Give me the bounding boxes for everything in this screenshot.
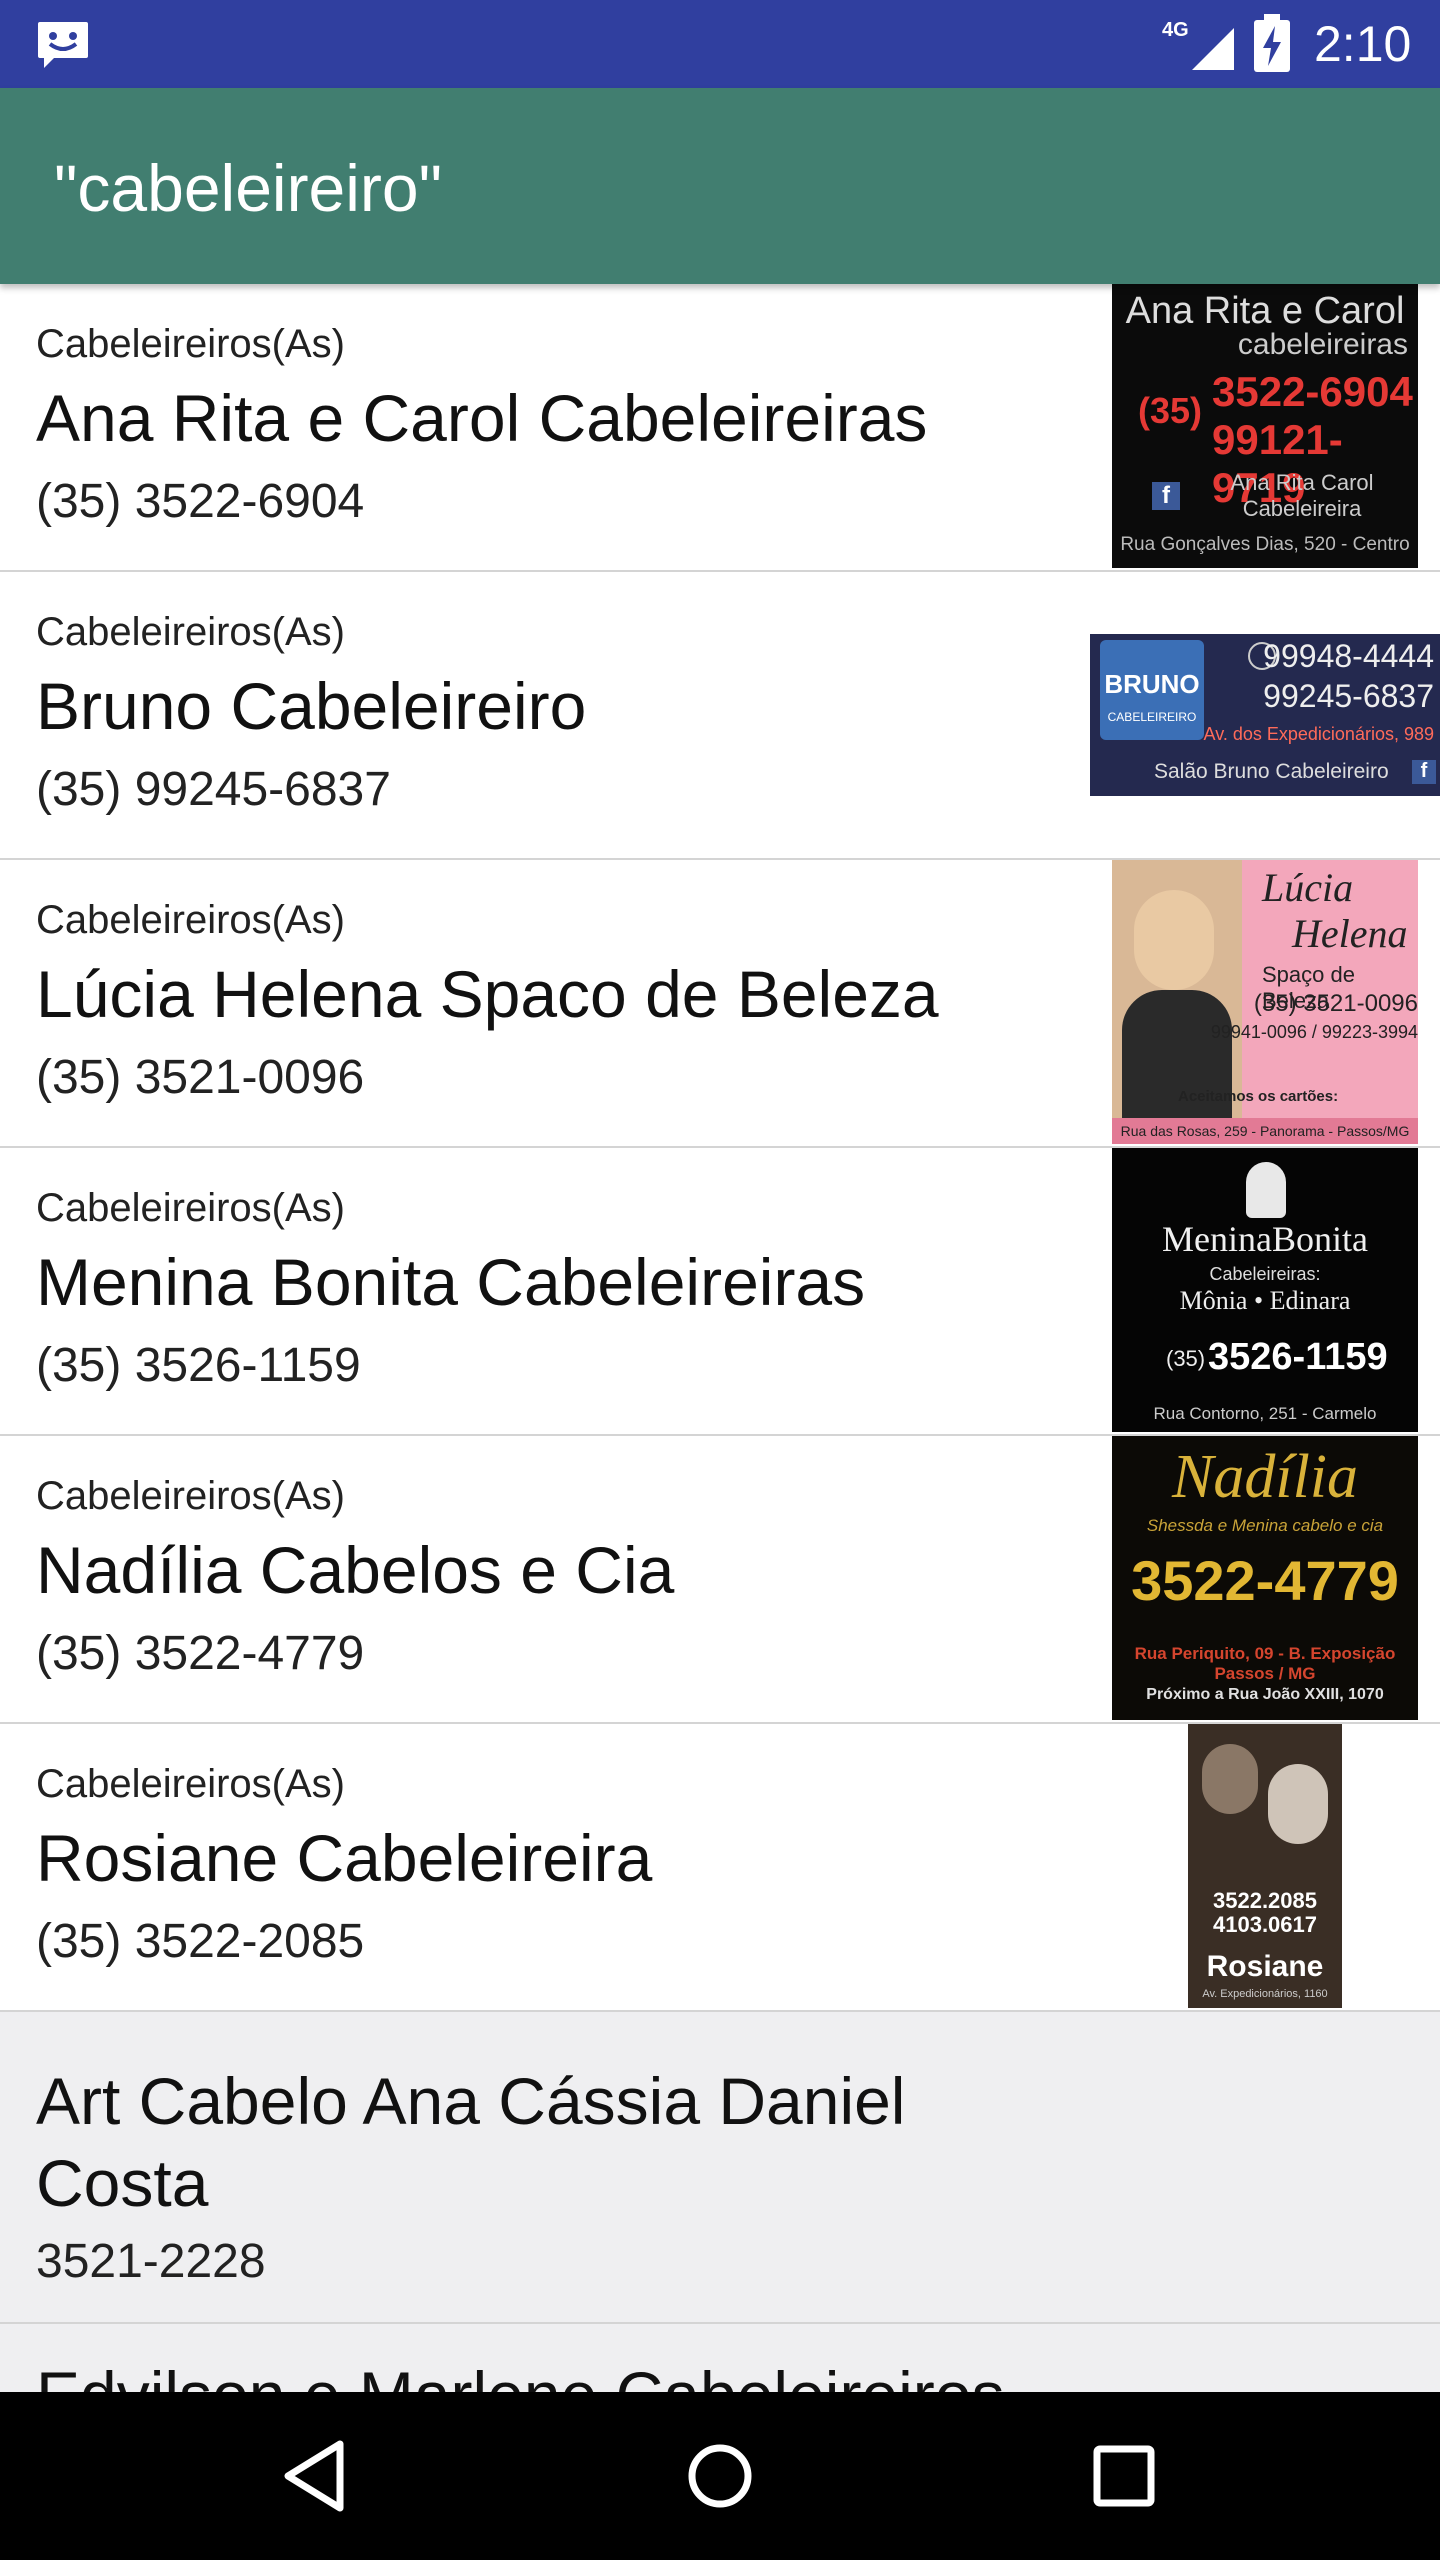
ad-subtitle: cabeleireiras — [1237, 328, 1408, 361]
list-item[interactable]: Cabeleireiros(As) Lúcia Helena Spaco de … — [0, 860, 1440, 1148]
recents-icon[interactable] — [1074, 2426, 1174, 2526]
list-item-name: Bruno Cabeleireiro — [36, 669, 587, 743]
ad-thumbnail[interactable]: MeninaBonita Cabeleireiras: Mônia • Edin… — [1112, 1148, 1418, 1432]
list-item-category: Cabeleireiros(As) — [36, 898, 345, 942]
message-notification-icon — [38, 22, 88, 68]
list-item-phone: (35) 3522-4779 — [36, 1627, 365, 1680]
ad-phone-2: 99941-0096 / 99223-3994 — [1210, 1022, 1418, 1042]
home-icon[interactable] — [670, 2426, 770, 2526]
list-item[interactable]: Cabeleireiros(As) Rosiane Cabeleireira (… — [0, 1724, 1440, 2012]
list-item-name: Nadília Cabelos e Cia — [36, 1533, 675, 1607]
list-item-phone: 3521-2228 — [36, 2235, 266, 2288]
ad-address: Av. dos Expedicionários, 989 — [1203, 724, 1434, 744]
ad-subtitle: Cabeleireiras: — [1209, 1264, 1321, 1284]
list-item[interactable]: Edvilson e Marlene Cabeleireiros — [0, 2324, 1440, 2392]
ad-title: MeninaBonita — [1162, 1219, 1368, 1259]
list-item-category: Cabeleireiros(As) — [36, 1474, 345, 1518]
list-item[interactable]: Cabeleireiros(As) Nadília Cabelos e Cia … — [0, 1436, 1440, 1724]
ad-address-2: Passos / MG — [1214, 1664, 1316, 1683]
ad-cards: Aceitamos os cartões: — [1178, 1088, 1339, 1105]
ad-photo-2 — [1268, 1764, 1328, 1844]
ad-area-code: (35) — [1138, 390, 1203, 431]
ad-address-3: Próximo a Rua João XXIII, 1070 — [1146, 1686, 1384, 1703]
list-item-category: Cabeleireiros(As) — [36, 322, 345, 366]
list-item-name: Ana Rita e Carol Cabeleireiras — [36, 381, 928, 455]
list-item[interactable]: Cabeleireiros(As) Ana Rita e Carol Cabel… — [0, 284, 1440, 572]
ad-phone-2: 99245-6837 — [1263, 678, 1434, 714]
ad-address: Rua Contorno, 251 - Carmelo — [1153, 1404, 1377, 1423]
back-icon[interactable] — [266, 2426, 366, 2526]
ad-phone: 3522-4779 — [1131, 1549, 1399, 1612]
list-item-phone: (35) 3526-1159 — [36, 1339, 361, 1392]
ad-title: Ana Rita e Carol — [1125, 290, 1405, 332]
search-query-title: "cabeleireiro" — [54, 151, 443, 225]
app-bar: "cabeleireiro" — [0, 88, 1440, 284]
list-item[interactable]: Cabeleireiros(As) Menina Bonita Cabeleir… — [0, 1148, 1440, 1436]
ad-social: Ana Rita Carol Cabeleireira — [1230, 470, 1374, 521]
ad-thumbnail[interactable]: Lúcia Helena Spaço de Beleza (35) 3521-0… — [1112, 860, 1418, 1144]
ad-title: Rosiane — [1206, 1950, 1324, 1983]
silhouette-icon — [1246, 1162, 1286, 1218]
ad-address-1: Rua Periquito, 09 - B. Exposição — [1134, 1644, 1396, 1663]
navigation-bar — [0, 2392, 1440, 2560]
ad-address: Av. Expedicionários, 1160 — [1202, 1988, 1328, 2000]
ad-title-1: Lúcia — [1262, 865, 1354, 910]
list-item[interactable]: Cabeleireiros(As) Bruno Cabeleireiro (35… — [0, 572, 1440, 860]
list-item-phone: (35) 3521-0096 — [36, 1051, 365, 1104]
ad-logo-subtitle: CABELEIREIRO — [1107, 710, 1197, 724]
network-type-label: 4G — [1162, 19, 1189, 41]
results-list[interactable]: Cabeleireiros(As) Ana Rita e Carol Cabel… — [0, 284, 1440, 2392]
ad-phone: 3526-1159 — [1208, 1336, 1388, 1378]
status-bar: 4G 2:10 — [0, 0, 1440, 88]
list-item-category: Cabeleireiros(As) — [36, 1762, 345, 1806]
status-time: 2:10 — [1314, 16, 1412, 72]
ad-thumbnail[interactable]: BRUNO CABELEIREIRO 99948-4444 99245-6837… — [1090, 634, 1440, 796]
ad-phone-1: 3522.2085 — [1213, 1888, 1317, 1913]
list-item-phone: (35) 99245-6837 — [36, 763, 391, 816]
battery-charging-icon — [1254, 14, 1290, 72]
ad-phone-1: 3522-6904 — [1212, 368, 1413, 415]
list-item-name: Rosiane Cabeleireira — [36, 1821, 653, 1895]
ad-title-2: Helena — [1292, 911, 1408, 956]
ad-title: Nadília — [1171, 1443, 1359, 1511]
ad-thumbnail[interactable]: 3522.2085 4103.0617 Rosiane Av. Expedici… — [1188, 1724, 1342, 2008]
ad-phone-1: 99948-4444 — [1263, 638, 1434, 674]
ad-thumbnail[interactable]: Ana Rita e Carol cabeleireiras (35) 3522… — [1112, 284, 1418, 568]
list-item-phone: (35) 3522-2085 — [36, 1915, 365, 1968]
ad-address: Rua das Rosas, 259 - Panorama - Passos/M… — [1112, 1118, 1418, 1144]
list-item-name: Art Cabelo Ana Cássia Daniel Costa — [36, 2064, 906, 2220]
ad-logo: BRUNO — [1100, 640, 1204, 740]
network-signal-icon: 4G — [1162, 19, 1234, 70]
facebook-icon: f — [1412, 760, 1436, 784]
facebook-icon: f — [1152, 482, 1180, 510]
list-item-phone: (35) 3522-6904 — [36, 475, 365, 528]
ad-thumbnail[interactable]: Nadília Shessda e Menina cabelo e cia 35… — [1112, 1436, 1418, 1720]
list-item-category: Cabeleireiros(As) — [36, 1186, 345, 1230]
ad-slogan: Shessda e Menina cabelo e cia — [1146, 1516, 1384, 1535]
ad-phone-2: 4103.0617 — [1213, 1912, 1317, 1937]
ad-address: Rua Gonçalves Dias, 520 - Centro — [1120, 534, 1410, 555]
ad-area-code: (35) — [1166, 1346, 1206, 1371]
list-item-name: Lúcia Helena Spaco de Beleza — [36, 957, 939, 1031]
ad-photo — [1202, 1744, 1258, 1814]
list-item-name: Menina Bonita Cabeleireiras — [36, 1245, 866, 1319]
list-item-name: Edvilson e Marlene Cabeleireiros — [36, 2354, 1036, 2392]
list-item[interactable]: Art Cabelo Ana Cássia Daniel Costa 3521-… — [0, 2012, 1440, 2324]
list-item-category: Cabeleireiros(As) — [36, 610, 345, 654]
ad-names: Mônia • Edinara — [1179, 1286, 1351, 1315]
ad-phone-1: (35) 3521-0096 — [1253, 990, 1418, 1017]
ad-social: Salão Bruno Cabeleireiro — [1154, 760, 1389, 783]
